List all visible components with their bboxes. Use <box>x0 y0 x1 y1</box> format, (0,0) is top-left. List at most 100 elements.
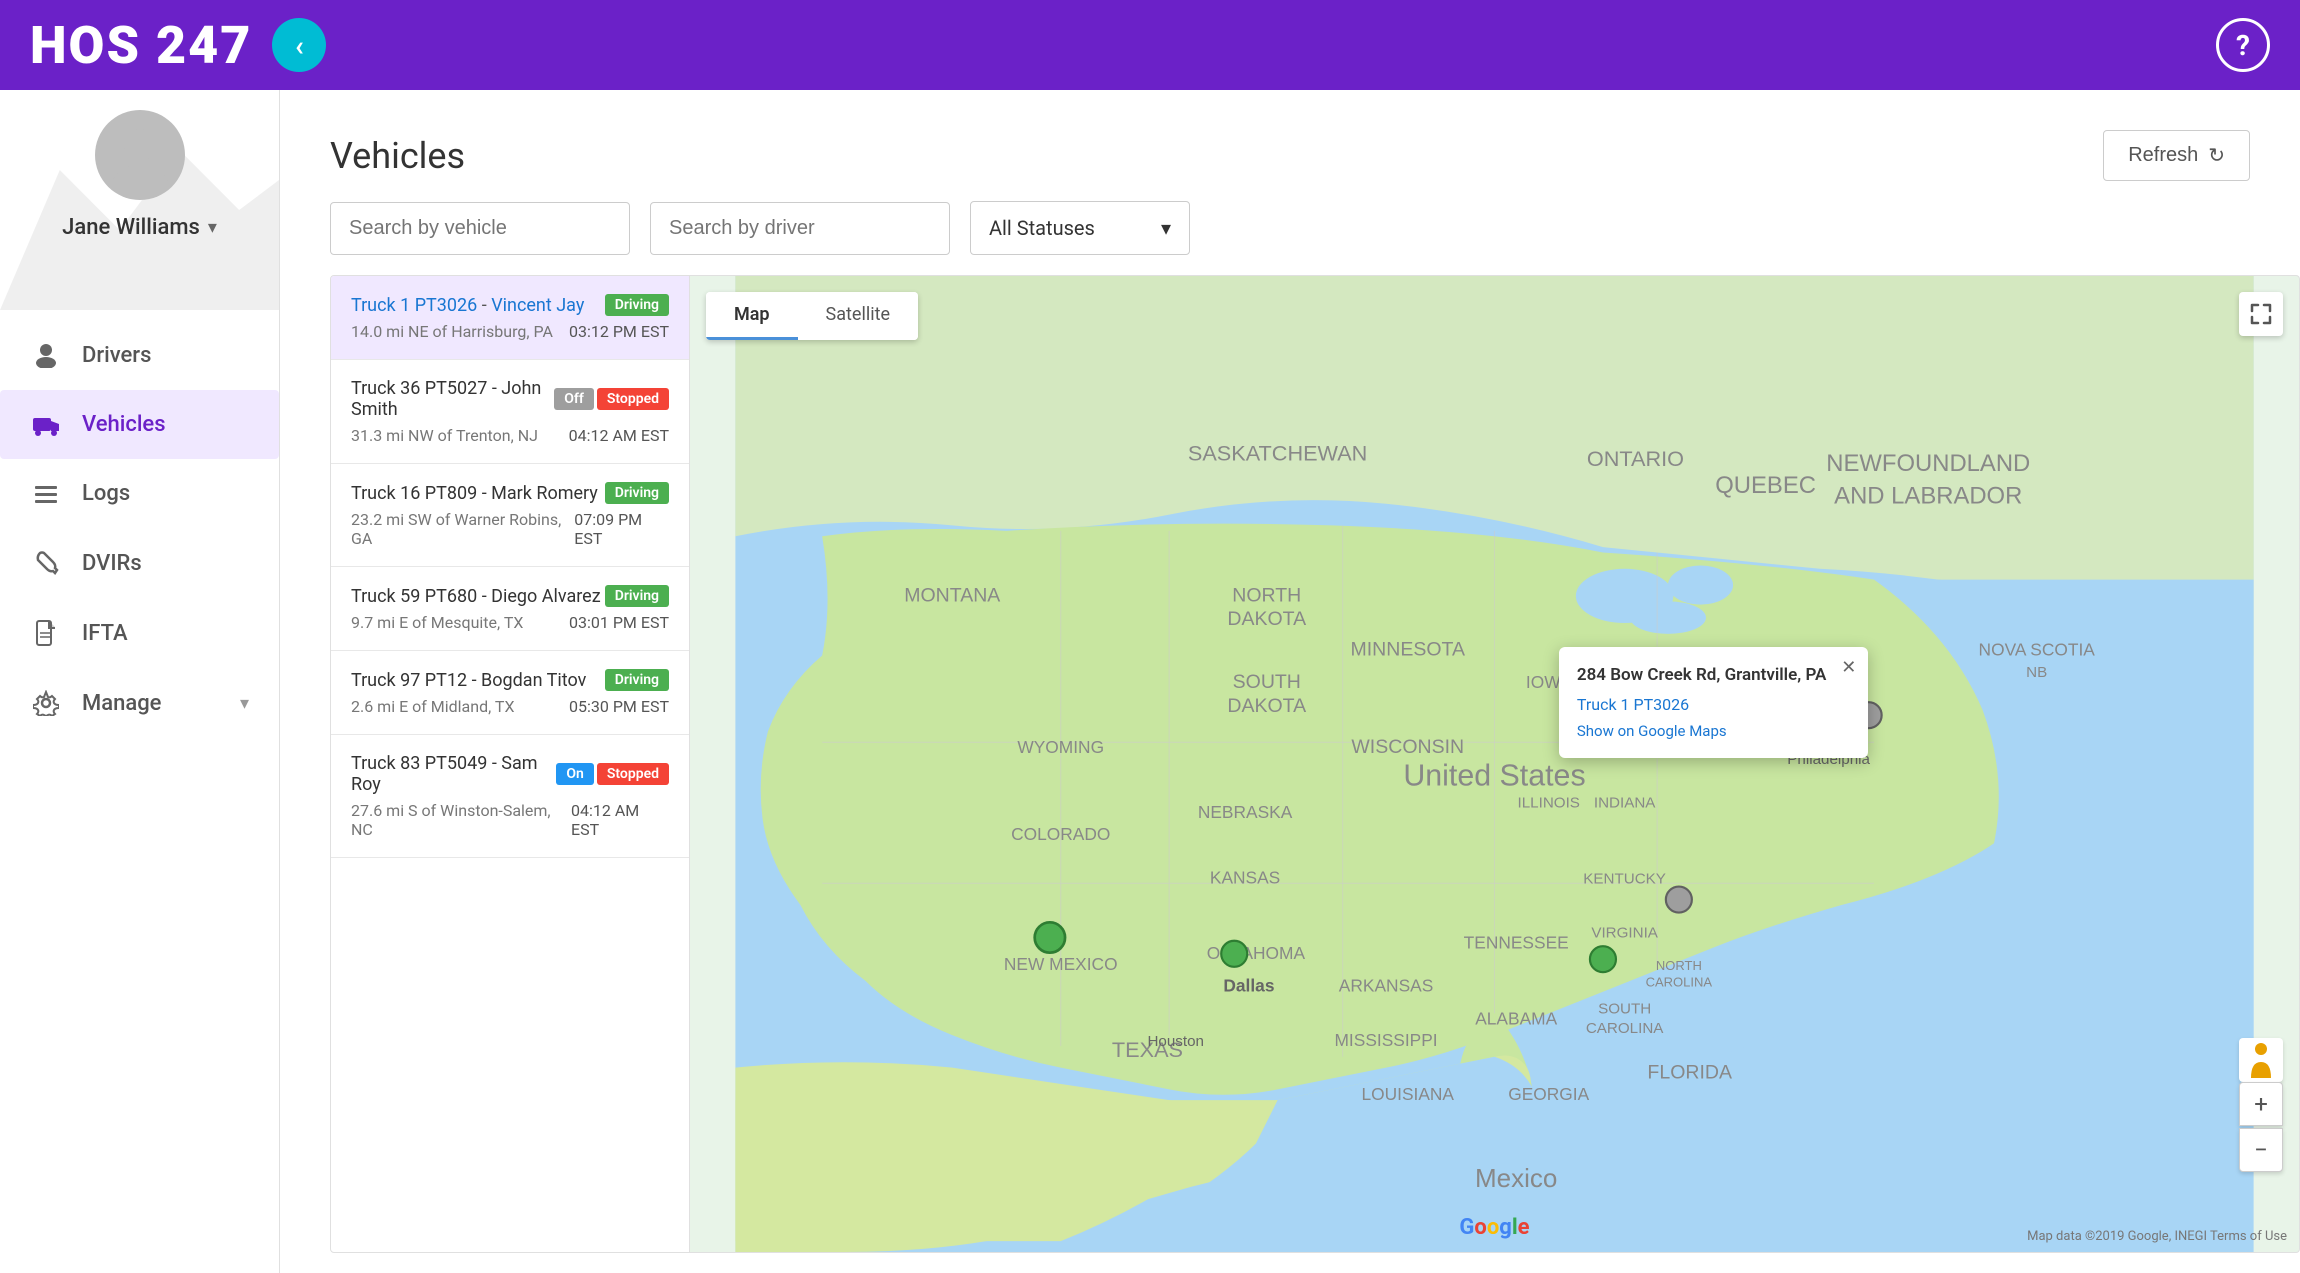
help-button[interactable]: ? <box>2216 18 2270 72</box>
vehicle-list: Truck 1 PT3026 - Vincent Jay Driving 14.… <box>330 275 690 1253</box>
manage-chevron-icon: ▾ <box>240 693 249 714</box>
vehicles-map-area: Truck 1 PT3026 - Vincent Jay Driving 14.… <box>280 275 2300 1273</box>
svg-text:Houston: Houston <box>1147 1033 1204 1050</box>
vehicle-time: 03:01 PM EST <box>569 613 669 632</box>
vehicle-name: Truck 16 PT809 - Mark Romery <box>351 483 598 504</box>
status-badge-stopped: Stopped <box>597 388 669 410</box>
vehicle-item-truck36[interactable]: Truck 36 PT5027 - John Smith Off Stopped… <box>331 360 689 464</box>
list-icon <box>30 483 62 505</box>
truck-icon <box>30 414 62 436</box>
svg-text:NEWFOUNDLAND: NEWFOUNDLAND <box>1826 450 2030 477</box>
sidebar-item-manage[interactable]: Manage ▾ <box>0 668 279 738</box>
svg-text:VIRGINIA: VIRGINIA <box>1591 925 1658 942</box>
svg-text:ONTARIO: ONTARIO <box>1587 446 1684 471</box>
sidebar-item-ifta[interactable]: IFTA <box>0 598 279 668</box>
svg-text:United States: United States <box>1403 760 1585 793</box>
status-badge-on: On <box>556 763 593 785</box>
nav-label-manage: Manage <box>82 691 161 716</box>
vehicle-time: 05:30 PM EST <box>569 697 669 716</box>
svg-text:DAKOTA: DAKOTA <box>1227 608 1306 630</box>
sidebar-item-logs[interactable]: Logs <box>0 459 279 528</box>
svg-text:MONTANA: MONTANA <box>904 584 1000 606</box>
vehicle-item-truck97[interactable]: Truck 97 PT12 - Bogdan Titov Driving 2.6… <box>331 651 689 735</box>
svg-text:CAROLINA: CAROLINA <box>1646 974 1713 989</box>
app-header: HOS 247 ‹ ? <box>0 0 2300 90</box>
popup-googlemaps-link[interactable]: Show on Google Maps <box>1577 722 1847 740</box>
truck-id-link[interactable]: Truck 1 PT3026 <box>351 295 477 316</box>
main-content: Vehicles Refresh ↻ All Statuses ▾ <box>280 90 2300 1273</box>
status-filter-select[interactable]: All Statuses ▾ <box>970 201 1190 255</box>
vehicle-name: Truck 59 PT680 - Diego Alvarez <box>351 586 601 607</box>
sidebar-item-dvirs[interactable]: DVIRs <box>0 528 279 598</box>
nav-label-drivers: Drivers <box>82 343 151 368</box>
vehicle-item-truck59[interactable]: Truck 59 PT680 - Diego Alvarez Driving 9… <box>331 567 689 651</box>
vehicle-name: Truck 83 PT5049 - Sam Roy <box>351 753 556 795</box>
svg-text:KENTUCKY: KENTUCKY <box>1583 870 1666 887</box>
person-icon <box>30 342 62 368</box>
vehicle-item-truck1[interactable]: Truck 1 PT3026 - Vincent Jay Driving 14.… <box>331 276 689 360</box>
main-layout: Jane Williams ▾ Drivers Vehicles <box>0 90 2300 1273</box>
vehicle-location: 2.6 mi E of Midland, TX <box>351 697 515 716</box>
driver-name-link[interactable]: Vincent Jay <box>491 295 584 316</box>
profile-name-row[interactable]: Jane Williams ▾ <box>62 215 217 240</box>
refresh-icon: ↻ <box>2208 143 2225 168</box>
svg-text:GEORGIA: GEORGIA <box>1508 1084 1589 1104</box>
sidebar-nav: Drivers Vehicles Logs DVIRs <box>0 310 279 1273</box>
header-left: HOS 247 ‹ <box>30 15 326 76</box>
status-badge: Driving <box>605 482 669 504</box>
status-badge: Driving <box>605 294 669 316</box>
app-logo: HOS 247 <box>30 15 252 76</box>
vehicle-location: 23.2 mi SW of Warner Robins, GA <box>351 510 574 548</box>
svg-text:AND LABRADOR: AND LABRADOR <box>1834 483 2022 510</box>
google-logo: Google <box>1459 1215 1529 1240</box>
map-tabs: Map Satellite <box>706 292 918 340</box>
search-driver-input[interactable] <box>650 202 950 255</box>
zoom-out-button[interactable]: − <box>2239 1128 2283 1172</box>
svg-text:MISSISSIPPI: MISSISSIPPI <box>1334 1030 1437 1050</box>
vehicle-location: 31.3 mi NW of Trenton, NJ <box>351 426 538 445</box>
svg-text:COLORADO: COLORADO <box>1011 824 1110 844</box>
popup-close-button[interactable]: ✕ <box>1841 657 1856 678</box>
vehicle-item-truck16[interactable]: Truck 16 PT809 - Mark Romery Driving 23.… <box>331 464 689 567</box>
svg-text:NEBRASKA: NEBRASKA <box>1198 802 1293 822</box>
fullscreen-button[interactable] <box>2239 292 2283 336</box>
svg-text:SOUTH: SOUTH <box>1598 1000 1651 1017</box>
settings-icon <box>30 690 62 716</box>
tab-satellite[interactable]: Satellite <box>798 292 918 340</box>
file-icon <box>30 620 62 646</box>
svg-text:NEW MEXICO: NEW MEXICO <box>1004 954 1118 974</box>
nav-label-logs: Logs <box>82 481 130 506</box>
svg-text:SASKATCHEWAN: SASKATCHEWAN <box>1188 440 1367 465</box>
badge-group: On Stopped <box>556 763 669 785</box>
map-zoom-controls: + − <box>2239 1082 2283 1172</box>
svg-text:TENNESSEE: TENNESSEE <box>1464 932 1569 952</box>
tab-map[interactable]: Map <box>706 292 798 340</box>
wrench-icon <box>30 550 62 576</box>
svg-text:LOUISIANA: LOUISIANA <box>1361 1084 1454 1104</box>
page-title: Vehicles <box>330 135 465 177</box>
sidebar-item-drivers[interactable]: Drivers <box>0 320 279 390</box>
refresh-label: Refresh <box>2128 144 2198 167</box>
refresh-button[interactable]: Refresh ↻ <box>2103 130 2250 181</box>
street-view-button[interactable] <box>2239 1038 2283 1082</box>
status-badge-off: Off <box>554 388 594 410</box>
map-popup: ✕ 284 Bow Creek Rd, Grantville, PA Truck… <box>1559 647 1869 758</box>
sidebar-item-vehicles[interactable]: Vehicles <box>0 390 279 459</box>
svg-text:KANSAS: KANSAS <box>1210 867 1280 887</box>
chevron-down-icon: ▾ <box>1161 216 1171 240</box>
popup-address: 284 Bow Creek Rd, Grantville, PA <box>1577 665 1847 685</box>
svg-text:INDIANA: INDIANA <box>1594 794 1656 811</box>
filters-row: All Statuses ▾ <box>280 201 2300 275</box>
svg-text:SOUTH: SOUTH <box>1233 671 1301 693</box>
avatar <box>95 110 185 200</box>
svg-text:NORTH: NORTH <box>1232 584 1301 606</box>
badge-group: Off Stopped <box>554 388 669 410</box>
zoom-in-button[interactable]: + <box>2239 1082 2283 1126</box>
svg-text:MINNESOTA: MINNESOTA <box>1351 639 1465 661</box>
svg-text:CAROLINA: CAROLINA <box>1586 1020 1664 1037</box>
vehicle-item-truck83[interactable]: Truck 83 PT5049 - Sam Roy On Stopped 27.… <box>331 735 689 858</box>
back-button[interactable]: ‹ <box>272 18 326 72</box>
search-vehicle-input[interactable] <box>330 202 630 255</box>
popup-truck-link[interactable]: Truck 1 PT3026 <box>1577 695 1847 714</box>
map-container[interactable]: United States Mexico NEWFOUNDLAND AND LA… <box>690 275 2300 1253</box>
